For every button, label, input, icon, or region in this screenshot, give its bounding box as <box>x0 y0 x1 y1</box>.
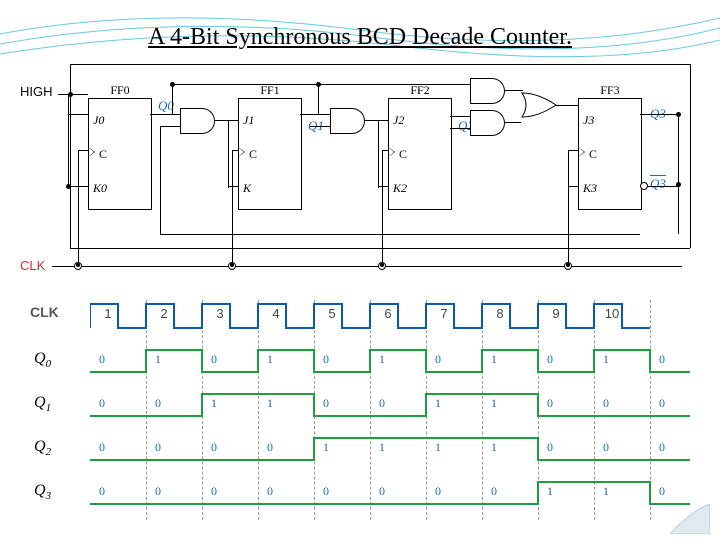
bit-value: 0 <box>372 396 392 411</box>
clk-cycle-number: 5 <box>322 306 342 321</box>
bit-value: 0 <box>148 440 168 455</box>
and-gate-1 <box>180 108 214 132</box>
bit-value: 0 <box>260 484 280 499</box>
bit-value: 0 <box>260 440 280 455</box>
and-gate-3 <box>470 78 504 102</box>
bit-value: 0 <box>540 440 560 455</box>
timing-row-q1: Q1 0 0 1 1 0 0 1 1 0 0 0 <box>34 384 686 424</box>
bit-value: 0 <box>596 396 616 411</box>
flipflop-1: FF1 J1 C K <box>238 98 302 210</box>
clk-cycle-number: 8 <box>490 306 510 321</box>
bit-value: 0 <box>540 396 560 411</box>
bit-value: 0 <box>372 484 392 499</box>
bit-value: 0 <box>484 484 504 499</box>
bit-value: 0 <box>652 484 672 499</box>
bit-value: 0 <box>204 440 224 455</box>
flipflop-3: FF3 J3 C K3 <box>578 98 642 210</box>
bit-value: 0 <box>428 484 448 499</box>
bit-value: 1 <box>148 352 168 367</box>
clk-cycle-number: 9 <box>546 306 566 321</box>
row-label: Q0 <box>34 350 51 370</box>
q3bar-label: Q3 <box>650 176 666 192</box>
bit-value: 1 <box>540 484 560 499</box>
bit-value: 0 <box>148 484 168 499</box>
bit-value: 0 <box>92 440 112 455</box>
row-label: Q3 <box>34 482 51 502</box>
bit-value: 0 <box>652 440 672 455</box>
bit-value: 1 <box>596 352 616 367</box>
or-gate <box>520 92 558 118</box>
clk-cycle-number: 7 <box>434 306 454 321</box>
timing-row-q2: Q2 0 0 0 0 1 1 1 1 0 0 0 <box>34 428 686 468</box>
bit-value: 0 <box>316 352 336 367</box>
bit-value: 0 <box>596 440 616 455</box>
clk-cycle-number: 1 <box>98 306 118 321</box>
bit-value: 1 <box>484 440 504 455</box>
clk-cycle-number: 10 <box>602 306 622 321</box>
row-label: Q2 <box>34 438 51 458</box>
bit-value: 1 <box>596 484 616 499</box>
page-title: A 4-Bit Synchronous BCD Decade Counter. <box>0 24 720 51</box>
bit-value: 1 <box>484 352 504 367</box>
clk-cycle-number: 6 <box>378 306 398 321</box>
bit-value: 0 <box>204 484 224 499</box>
bit-value: 0 <box>316 484 336 499</box>
bit-value: 1 <box>204 396 224 411</box>
bit-value: 0 <box>316 396 336 411</box>
row-label: Q1 <box>34 394 51 414</box>
bit-value: 0 <box>92 484 112 499</box>
bit-value: 1 <box>428 396 448 411</box>
circuit-schematic: HIGH CLK FF0 J0 C K0 Q0 FF1 J1 C K Q1 <box>20 62 700 282</box>
bit-value: 0 <box>148 396 168 411</box>
bit-value: 0 <box>92 352 112 367</box>
clk-cycle-number: 2 <box>154 306 174 321</box>
bit-value: 1 <box>484 396 504 411</box>
bit-value: 1 <box>428 440 448 455</box>
bit-value: 0 <box>428 352 448 367</box>
clk-label: CLK <box>20 258 45 273</box>
and-gate-2 <box>330 108 364 132</box>
flipflop-0: FF0 J0 C K0 <box>88 98 152 210</box>
bit-value: 0 <box>652 352 672 367</box>
flipflop-2: FF2 J2 C K2 <box>388 98 452 210</box>
bit-value: 1 <box>260 396 280 411</box>
timing-diagram: CLK 12345678910 Q001010101010Q1001100110… <box>34 296 686 526</box>
bit-value: 1 <box>372 352 392 367</box>
bit-value: 1 <box>372 440 392 455</box>
clk-cycle-number: 3 <box>210 306 230 321</box>
and-gate-4 <box>470 110 504 134</box>
high-label: HIGH <box>20 84 53 99</box>
timing-row-q3: Q3 0 0 0 0 0 0 0 0 1 1 0 <box>34 472 686 512</box>
clk-cycle-number: 4 <box>266 306 286 321</box>
bit-value: 0 <box>540 352 560 367</box>
bit-value: 1 <box>260 352 280 367</box>
timing-row-q0: Q0 0 1 0 1 0 1 0 1 0 1 0 <box>34 340 686 380</box>
clk-row: CLK 12345678910 <box>34 296 686 336</box>
bit-value: 0 <box>652 396 672 411</box>
bit-value: 0 <box>204 352 224 367</box>
bit-value: 0 <box>92 396 112 411</box>
bit-value: 1 <box>316 440 336 455</box>
corner-fold-icon <box>670 504 710 534</box>
